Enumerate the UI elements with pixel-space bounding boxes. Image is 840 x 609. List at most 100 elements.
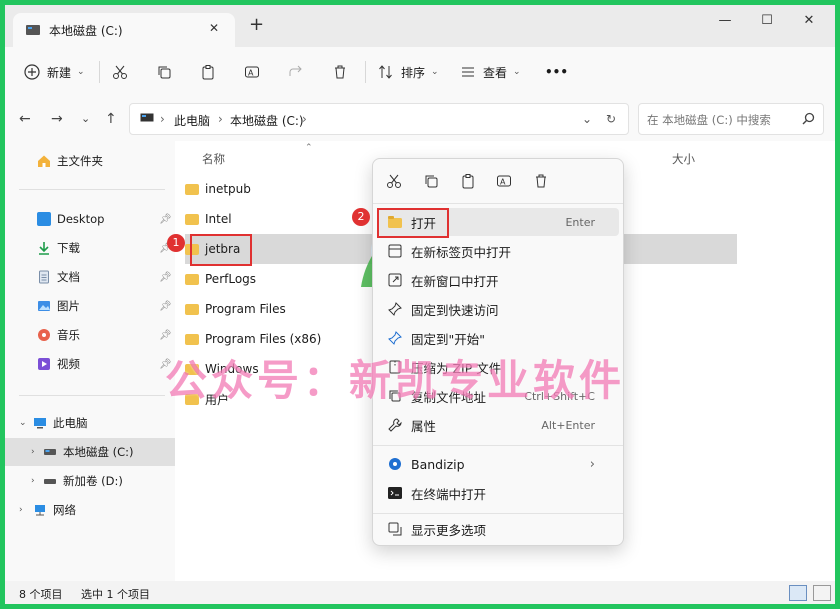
menu-item-open-terminal[interactable]: 在终端中打开 <box>377 479 619 507</box>
expand-chevron-icon[interactable]: › <box>31 476 43 486</box>
video-icon <box>38 358 50 370</box>
drive-icon <box>44 479 56 484</box>
address-bar[interactable]: › 此电脑 › 本地磁盘 (C:) › ⌄ ↻ <box>129 103 629 135</box>
tab-title: 本地磁盘 (C:) <box>49 24 123 38</box>
pin-icon[interactable]: 📌︎ <box>159 301 172 312</box>
drive-icon <box>44 449 56 455</box>
scissors-icon <box>387 174 401 188</box>
paste-icon <box>462 174 474 189</box>
menu-divider <box>373 203 623 204</box>
more-options-icon <box>387 521 403 537</box>
column-header-name[interactable]: 名称 <box>202 151 225 167</box>
back-arrow-icon[interactable]: ← <box>19 111 31 127</box>
menu-paste-button[interactable] <box>457 170 479 192</box>
command-bar: 新建 ⌄ A 排序 ⌄ 查看 ⌄ ••• <box>5 47 835 98</box>
new-label: 新建 <box>47 65 72 80</box>
refresh-icon[interactable]: ↻ <box>606 112 616 126</box>
pin-icon[interactable]: 📌︎ <box>159 330 172 341</box>
pin-icon[interactable]: 📌︎ <box>159 272 172 283</box>
pin-icon[interactable]: 📌︎ <box>159 214 172 225</box>
sort-button[interactable]: 排序 ⌄ <box>377 59 439 85</box>
picture-icon <box>38 301 50 311</box>
tab-local-disk[interactable]: 本地磁盘 (C:) ✕ <box>13 13 235 47</box>
file-name: PerfLogs <box>205 272 257 286</box>
menu-item-shortcut: Alt+Enter <box>541 418 595 432</box>
sidebar-item-videos[interactable]: 视频 📌︎ <box>5 350 175 378</box>
up-arrow-icon[interactable]: ↑ <box>105 111 117 127</box>
paste-icon <box>199 63 217 81</box>
close-window-button[interactable]: ✕ <box>789 13 829 28</box>
music-icon <box>38 329 50 341</box>
sidebar-item-network[interactable]: › 网络 <box>5 496 175 524</box>
sidebar-item-label: 网络 <box>53 503 76 517</box>
sidebar-item-downloads[interactable]: 下载 📌︎ <box>5 234 175 262</box>
desktop-icon <box>37 212 51 226</box>
new-button[interactable]: 新建 ⌄ <box>23 59 85 85</box>
sidebar-item-local-disk-c[interactable]: › 本地磁盘 (C:) <box>5 438 175 466</box>
rename-button[interactable]: A <box>243 59 261 85</box>
home-icon <box>38 155 50 167</box>
details-view-icon[interactable] <box>789 585 807 601</box>
sidebar-item-this-pc[interactable]: ⌄ 此电脑 <box>5 409 175 437</box>
folder-icon <box>185 213 199 225</box>
new-tab-button[interactable]: + <box>249 16 264 34</box>
menu-rename-button[interactable]: A <box>493 170 515 192</box>
submenu-chevron-icon: › <box>589 456 595 472</box>
column-header-size[interactable]: 大小 <box>672 151 695 167</box>
breadcrumb-this-pc[interactable]: 此电脑 <box>174 112 210 129</box>
item-count: 8 个项目 <box>19 588 63 601</box>
menu-item-show-more-options[interactable]: 显示更多选项 <box>377 515 619 543</box>
more-button[interactable]: ••• <box>545 59 568 85</box>
address-row: ← → ⌄ ↑ › 此电脑 › 本地磁盘 (C:) › ⌄ ↻ 在 本地磁盘 (… <box>5 97 835 141</box>
sidebar-item-label: 新加卷 (D:) <box>63 474 123 488</box>
sidebar-item-label: 视频 <box>57 357 80 371</box>
expand-chevron-icon[interactable]: ⌄ <box>19 418 33 428</box>
menu-delete-button[interactable] <box>530 170 552 192</box>
expand-chevron-icon[interactable]: › <box>19 505 33 515</box>
menu-item-open-new-tab[interactable]: 在新标签页中打开 <box>377 237 619 265</box>
sidebar-item-drive-d[interactable]: › 新加卷 (D:) <box>5 467 175 495</box>
cut-button[interactable] <box>111 59 129 85</box>
menu-item-properties[interactable]: 属性 Alt+Enter <box>377 411 619 439</box>
menu-cut-button[interactable] <box>383 170 405 192</box>
close-tab-icon[interactable]: ✕ <box>209 21 219 35</box>
menu-copy-button[interactable] <box>420 170 442 192</box>
chevron-down-icon: ⌄ <box>77 67 85 77</box>
copy-icon <box>155 63 173 81</box>
computer-icon <box>34 418 46 429</box>
delete-button[interactable] <box>331 59 349 85</box>
breadcrumb-local-disk[interactable]: 本地磁盘 (C:) <box>230 112 304 129</box>
view-button[interactable]: 查看 ⌄ <box>459 59 521 85</box>
highlight-box-jetbra <box>190 234 252 266</box>
search-box[interactable]: 在 本地磁盘 (C:) 中搜索 <box>638 103 824 135</box>
recent-chevron-icon[interactable]: ⌄ <box>81 112 90 125</box>
menu-item-open-new-window[interactable]: 在新窗口中打开 <box>377 266 619 294</box>
copy-icon <box>425 175 438 188</box>
expand-chevron-icon[interactable]: › <box>31 447 43 457</box>
tiles-view-icon[interactable] <box>813 585 831 601</box>
sidebar-item-desktop[interactable]: Desktop 📌︎ <box>5 205 175 233</box>
sidebar-item-documents[interactable]: 文档 📌︎ <box>5 263 175 291</box>
forward-arrow-icon[interactable]: → <box>51 111 63 127</box>
new-window-icon <box>387 272 403 288</box>
sidebar-item-label: 图片 <box>57 299 80 313</box>
sidebar-item-label: 本地磁盘 (C:) <box>63 445 134 459</box>
toolbar-divider <box>365 61 366 83</box>
sidebar-item-music[interactable]: 音乐 📌︎ <box>5 321 175 349</box>
maximize-button[interactable]: ☐ <box>747 13 787 28</box>
sidebar-item-pictures[interactable]: 图片 📌︎ <box>5 292 175 320</box>
menu-item-pin-quick-access[interactable]: 固定到快速访问 <box>377 295 619 323</box>
menu-item-bandizip[interactable]: Bandizip › <box>377 450 619 478</box>
sidebar-item-home[interactable]: 主文件夹 <box>5 147 175 175</box>
rename-icon: A <box>497 175 511 187</box>
minimize-button[interactable]: — <box>705 13 745 28</box>
document-icon <box>39 270 49 284</box>
address-dropdown-icon[interactable]: ⌄ <box>582 112 592 126</box>
sidebar-item-label: 文档 <box>57 270 80 284</box>
share-button[interactable] <box>287 59 305 85</box>
paste-button[interactable] <box>199 59 217 85</box>
copy-button[interactable] <box>155 59 173 85</box>
file-name: Program Files (x86) <box>205 332 322 346</box>
file-name: Program Files <box>205 302 286 316</box>
view-icon <box>459 63 477 81</box>
